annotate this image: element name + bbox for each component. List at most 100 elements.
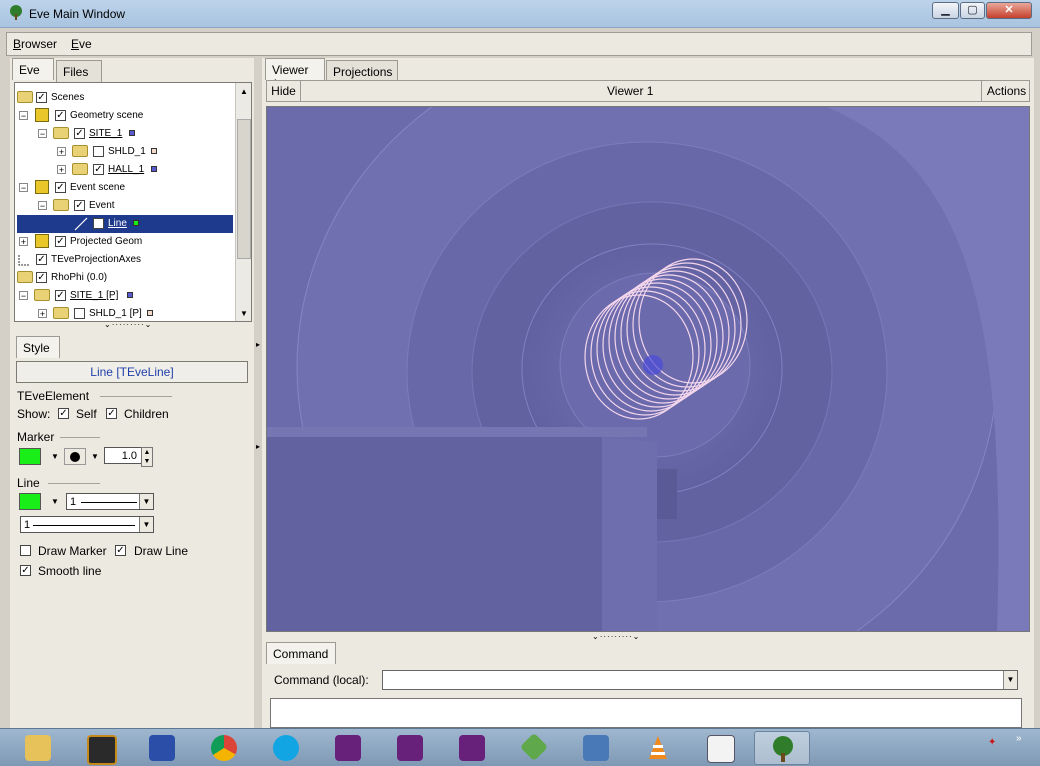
expand-icon[interactable]: + bbox=[38, 309, 47, 319]
menu-bar: Browser Eve bbox=[6, 32, 1032, 56]
taskbar-explorer[interactable] bbox=[10, 731, 66, 765]
minimize-button[interactable]: ▁ bbox=[932, 2, 959, 19]
color-tag[interactable] bbox=[129, 130, 135, 136]
marker-style-button[interactable] bbox=[64, 448, 86, 465]
menu-browser[interactable]: Browser bbox=[13, 37, 57, 51]
maximize-button[interactable]: ▢ bbox=[960, 2, 985, 19]
color-tag[interactable] bbox=[151, 166, 157, 172]
tray-expand-icon[interactable]: » bbox=[1016, 733, 1022, 744]
visibility-checkbox[interactable] bbox=[93, 146, 104, 157]
splitter-handle[interactable]: ⌄·········⌄ bbox=[104, 320, 152, 329]
line-color-swatch[interactable] bbox=[19, 493, 41, 510]
close-button[interactable]: ✕ bbox=[986, 2, 1032, 19]
visibility-checkbox[interactable]: ✓ bbox=[74, 200, 85, 211]
visibility-checkbox[interactable]: ✓ bbox=[36, 254, 47, 265]
tree-item-event-scene[interactable]: − ✓ Event scene bbox=[15, 179, 235, 197]
hide-button[interactable]: Hide bbox=[267, 81, 301, 101]
collapse-icon[interactable]: − bbox=[38, 201, 47, 211]
tree-item-shld1[interactable]: + SHLD_1 bbox=[15, 143, 235, 161]
line-width-value: 1 bbox=[70, 496, 77, 508]
splitter-arrow-icon[interactable]: ▸ bbox=[256, 340, 260, 349]
tree-item-site1[interactable]: − ✓ SITE_1 bbox=[15, 125, 235, 143]
marker-size-input[interactable]: 1.0 bbox=[104, 447, 142, 464]
visibility-checkbox[interactable]: ✓ bbox=[55, 182, 66, 193]
taskbar-visual-studio-1[interactable] bbox=[320, 731, 376, 765]
line-color-dropdown-icon[interactable]: ▼ bbox=[49, 493, 61, 510]
taskbar-skype[interactable] bbox=[258, 731, 314, 765]
tree-item-projected-geom[interactable]: + ✓ Projected Geom bbox=[15, 233, 235, 251]
visibility-checkbox[interactable]: ✓ bbox=[93, 218, 104, 229]
tab-eve[interactable]: Eve bbox=[12, 58, 54, 80]
color-tag[interactable] bbox=[133, 220, 139, 226]
expand-icon[interactable]: + bbox=[57, 165, 66, 175]
tree-item-scenes[interactable]: ✓ Scenes bbox=[15, 89, 235, 107]
scroll-up-icon[interactable]: ▲ bbox=[240, 87, 248, 96]
taskbar-chrome[interactable] bbox=[196, 731, 252, 765]
smooth-line-checkbox[interactable]: ✓ bbox=[20, 565, 31, 576]
visibility-checkbox[interactable]: ✓ bbox=[55, 290, 66, 301]
visibility-checkbox[interactable] bbox=[74, 308, 85, 319]
tree-item-line[interactable]: ✓ Line bbox=[17, 215, 233, 233]
color-tag[interactable] bbox=[127, 292, 133, 298]
collapse-icon[interactable]: − bbox=[38, 129, 47, 139]
visibility-checkbox[interactable]: ✓ bbox=[55, 110, 66, 121]
menu-eve[interactable]: Eve bbox=[71, 37, 92, 51]
splitter-handle[interactable]: ⌄·········⌄ bbox=[592, 632, 640, 641]
color-tag[interactable] bbox=[151, 148, 157, 154]
collapse-icon[interactable]: − bbox=[19, 183, 28, 193]
tree-item-hall1[interactable]: + ✓ HALL_1 bbox=[15, 161, 235, 179]
tab-command[interactable]: Command bbox=[266, 642, 336, 664]
collapse-icon[interactable]: − bbox=[19, 111, 28, 121]
visibility-checkbox[interactable]: ✓ bbox=[55, 236, 66, 247]
chevron-down-icon[interactable]: ▼ bbox=[1003, 671, 1017, 689]
visibility-checkbox[interactable]: ✓ bbox=[93, 164, 104, 175]
tray-network-icon[interactable]: ✦ bbox=[988, 737, 996, 748]
expand-icon[interactable]: + bbox=[19, 237, 28, 247]
gl-viewer[interactable] bbox=[266, 106, 1030, 632]
tree-item-event[interactable]: − ✓ Event bbox=[15, 197, 235, 215]
line-style-select[interactable]: 1 ▼ bbox=[20, 516, 154, 533]
draw-marker-label: Draw Marker bbox=[38, 544, 107, 558]
taskbar-remote-desktop[interactable] bbox=[568, 731, 624, 765]
marker-style-dropdown-icon[interactable]: ▼ bbox=[89, 448, 101, 465]
taskbar-browser-window[interactable] bbox=[692, 731, 748, 765]
actions-button[interactable]: Actions bbox=[981, 81, 1031, 101]
draw-line-checkbox[interactable]: ✓ bbox=[115, 545, 126, 556]
splitter-arrow-icon[interactable]: ▸ bbox=[256, 442, 260, 451]
scroll-thumb[interactable] bbox=[237, 119, 251, 259]
tab-projections[interactable]: Projections bbox=[326, 60, 398, 82]
taskbar-network[interactable] bbox=[506, 731, 562, 765]
tree-scrollbar[interactable]: ▲ ▼ bbox=[235, 83, 251, 321]
scroll-down-icon[interactable]: ▼ bbox=[240, 309, 248, 318]
tab-style[interactable]: Style bbox=[16, 336, 60, 358]
draw-marker-checkbox[interactable] bbox=[20, 545, 31, 556]
taskbar-visual-studio-2[interactable] bbox=[382, 731, 438, 765]
marker-size-stepper[interactable]: ▲ ▼ bbox=[141, 447, 153, 467]
collapse-icon[interactable]: − bbox=[19, 291, 28, 301]
taskbar-terminal[interactable] bbox=[72, 731, 128, 765]
tree-item-rhophi[interactable]: ✓ RhoPhi (0.0) bbox=[15, 269, 235, 287]
visibility-checkbox[interactable]: ✓ bbox=[36, 92, 47, 103]
tab-files[interactable]: Files bbox=[56, 60, 102, 82]
chevron-down-icon[interactable]: ▼ bbox=[139, 494, 153, 509]
marker-color-dropdown-icon[interactable]: ▼ bbox=[49, 448, 61, 465]
visibility-checkbox[interactable]: ✓ bbox=[74, 128, 85, 139]
taskbar-eve[interactable] bbox=[754, 731, 810, 765]
visibility-checkbox[interactable]: ✓ bbox=[36, 272, 47, 283]
taskbar-visual-studio-3[interactable] bbox=[444, 731, 500, 765]
chevron-down-icon[interactable]: ▼ bbox=[139, 517, 153, 532]
taskbar-vlc[interactable] bbox=[630, 731, 686, 765]
self-checkbox[interactable]: ✓ bbox=[58, 408, 69, 419]
line-width-select[interactable]: 1 ▼ bbox=[66, 493, 154, 510]
taskbar-save[interactable] bbox=[134, 731, 190, 765]
tree-item-projection-axes[interactable]: ✓ TEveProjectionAxes bbox=[15, 251, 235, 269]
color-tag[interactable] bbox=[147, 310, 153, 316]
tab-viewer-1[interactable]: Viewer 1 bbox=[265, 58, 325, 91]
expand-icon[interactable]: + bbox=[57, 147, 66, 157]
tree-item-geometry-scene[interactable]: − ✓ Geometry scene bbox=[15, 107, 235, 125]
command-input[interactable]: ▼ bbox=[382, 670, 1018, 690]
tree-item-label: Geometry scene bbox=[70, 110, 144, 121]
marker-color-swatch[interactable] bbox=[19, 448, 41, 465]
tree-item-site1-p[interactable]: − ✓ SITE_1 [P] bbox=[15, 287, 235, 305]
children-checkbox[interactable]: ✓ bbox=[106, 408, 117, 419]
